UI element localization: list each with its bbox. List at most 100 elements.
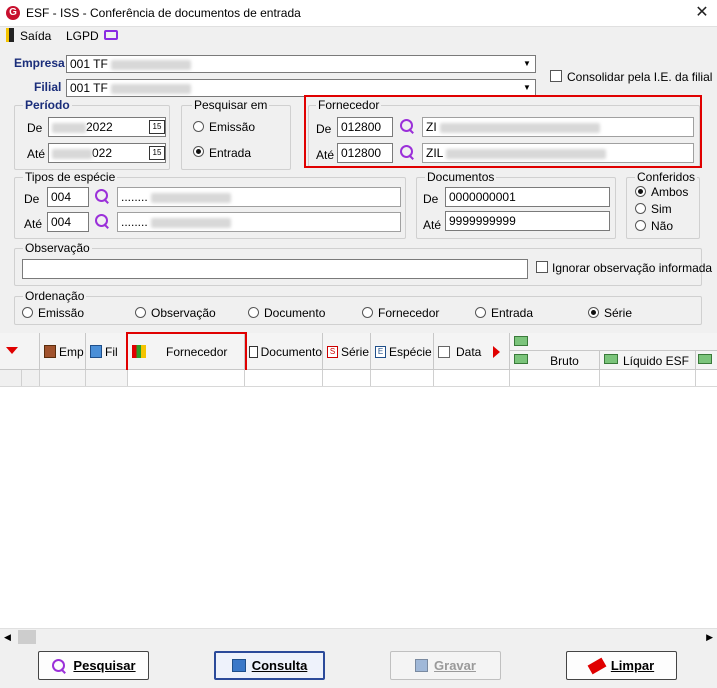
consolidar-label: Consolidar pela I.E. da filial [567,70,713,84]
col-especie[interactable]: E Espécie [371,333,434,370]
money-icon [698,354,712,364]
save-icon [415,659,429,672]
fornecedor-de-label: De [316,122,332,136]
especie-ate-label: Até [24,217,43,231]
calendar-icon[interactable]: 15 [149,146,165,160]
fornecedor-de-name: ZI [422,117,694,137]
ord-radio-observacao[interactable] [135,307,146,318]
table-cell [371,370,434,386]
ord-radio-fornecedor[interactable] [362,307,373,318]
search-icon[interactable] [94,188,110,204]
scroll-right-icon[interactable]: ▶ [706,632,713,643]
radio-entrada-label: Entrada [209,146,252,160]
building-icon [44,345,56,358]
money-icon [604,354,618,364]
money-icon [514,336,528,346]
ord-fornecedor-label: Fornecedor [378,306,440,320]
col-liquido-esf[interactable]: Líquido ESF [600,351,696,370]
highlight-box [126,332,247,375]
empresa-select[interactable]: 001 TF ▼ [66,55,536,73]
radio-emissao-label: Emissão [209,120,256,134]
fornecedor-de-code[interactable]: 012800 [337,117,393,137]
observacao-input[interactable] [22,259,528,279]
conferidos-title: Conferidos [635,170,698,184]
consulta-button[interactable]: Consulta [214,651,325,680]
consolidar-checkbox[interactable] [550,70,562,82]
table-cell [434,370,510,386]
table-cell [86,370,128,386]
chart-icon [90,345,102,358]
chevron-down-icon[interactable]: ▼ [520,57,534,71]
col-data[interactable]: Data [434,333,510,370]
close-icon[interactable]: ✕ [692,3,712,23]
serie-icon: S [327,345,338,358]
exit-door-icon[interactable] [6,28,14,42]
empresa-label: Empresa [14,56,65,70]
radio-sim-label: Sim [651,202,672,216]
documentos-de-input[interactable]: 0000000001 [445,187,610,207]
ignorar-observacao-checkbox[interactable] [536,261,548,273]
ord-radio-emissao[interactable] [22,307,33,318]
calendar-icon[interactable]: 15 [149,120,165,134]
pesquisar-em-title: Pesquisar em [192,98,270,112]
col-bruto[interactable]: Bruto [510,351,600,370]
menu-exit[interactable]: Saída [20,29,51,43]
pesquisar-button[interactable]: Pesquisar [38,651,149,680]
col-documento[interactable]: Documento [245,333,323,370]
ord-emissao-label: Emissão [38,306,85,320]
radio-emissao[interactable] [193,121,204,132]
ordenacao-title: Ordenação [23,289,87,303]
especie-ate-code[interactable]: 004 [47,212,89,232]
gravar-button[interactable]: Gravar [390,651,501,680]
ord-radio-documento[interactable] [248,307,259,318]
periodo-de-label: De [27,121,43,135]
title-bar: G ESF - ISS - Conferência de documentos … [0,0,717,27]
fornecedor-ate-code[interactable]: 012800 [337,143,393,163]
search-icon[interactable] [399,144,415,160]
ord-radio-entrada[interactable] [475,307,486,318]
radio-entrada[interactable] [193,146,204,157]
grid-group-header [510,333,717,351]
horizontal-scrollbar[interactable]: ◀ ▶ [0,628,717,645]
table-row[interactable] [0,370,717,387]
scrollbar-thumb[interactable] [18,630,36,644]
grid-indicator-col [22,333,40,370]
scroll-left-icon[interactable]: ◀ [4,632,11,643]
ord-radio-serie[interactable] [588,307,599,318]
monitor-icon[interactable] [104,30,118,40]
col-fil[interactable]: Fil [86,333,128,370]
search-icon [51,658,67,674]
documentos-de-label: De [423,192,439,206]
grid-icon [231,659,246,672]
limpar-button[interactable]: Limpar [566,651,677,680]
table-cell [510,370,600,386]
fornecedor-ate-label: Até [316,148,335,162]
radio-sim[interactable] [635,203,646,214]
periodo-title: Período [23,98,72,112]
empresa-value: 001 TF [70,57,108,71]
sort-down-icon[interactable] [6,347,18,354]
col-serie[interactable]: S Série [323,333,371,370]
ord-observacao-label: Observação [151,306,216,320]
app-logo-icon: G [6,6,20,20]
chevron-down-icon[interactable]: ▼ [520,81,534,95]
window-title: ESF - ISS - Conferência de documentos de… [26,6,301,20]
search-icon[interactable] [399,118,415,134]
search-icon[interactable] [94,213,110,229]
radio-nao-label: Não [651,219,674,233]
documentos-ate-input[interactable]: 9999999999 [445,211,610,231]
table-cell [128,370,245,386]
table-cell [600,370,696,386]
eraser-icon [587,657,607,674]
radio-ambos[interactable] [635,186,646,197]
scroll-right-icon[interactable] [493,345,501,358]
col-emp[interactable]: Emp [40,333,86,370]
observacao-title: Observação [23,241,92,255]
especie-de-code[interactable]: 004 [47,187,89,207]
radio-nao[interactable] [635,220,646,231]
ord-entrada-label: Entrada [491,306,534,320]
especie-de-label: De [24,192,40,206]
menu-lgpd[interactable]: LGPD [66,29,99,43]
row-indicator [0,370,22,386]
money-icon [514,354,528,364]
